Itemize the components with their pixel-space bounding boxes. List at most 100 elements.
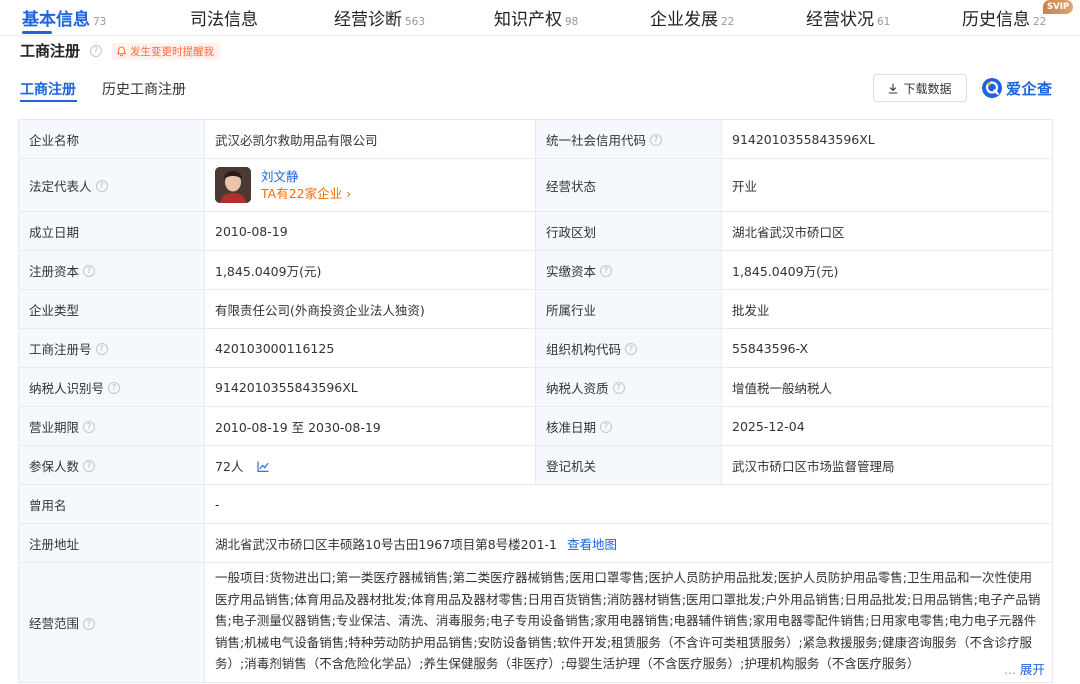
business-scope-text: 一般项目:货物进出口;第一类医疗器械销售;第二类医疗器械销售;医用口罩零售;医护… <box>215 570 1041 672</box>
tab-label: 企业发展 <box>650 10 718 30</box>
approved-date-label: 核准日期? <box>535 406 722 446</box>
legal-rep-name-link[interactable]: 刘文静 <box>261 168 351 185</box>
tab-operation-diagnosis[interactable]: 经营诊断 563 <box>334 5 425 33</box>
established-label: 成立日期 <box>18 211 205 251</box>
tab-basic-info[interactable]: 基本信息 73 <box>22 5 106 33</box>
help-icon[interactable]: ? <box>95 343 108 355</box>
paid-capital-value: 1,845.0409万(元) <box>721 250 1053 290</box>
active-tab-indicator <box>22 31 52 34</box>
help-icon[interactable]: ? <box>650 134 663 146</box>
company-type-label: 企业类型 <box>18 289 205 329</box>
org-code-value: 55843596-X <box>721 328 1053 368</box>
help-icon[interactable]: ? <box>600 421 613 433</box>
help-icon[interactable]: ? <box>83 421 96 433</box>
download-data-button[interactable]: 下载数据 <box>873 74 967 102</box>
table-row: 曾用名 - <box>18 484 1053 524</box>
taxpayer-qual-value: 增值税一般纳税人 <box>721 367 1053 407</box>
table-row: 企业名称 武汉必凯尔救助用品有限公司 统一社会信用代码? 91420103558… <box>18 119 1053 159</box>
table-row: 工商注册号? 420103000116125 组织机构代码? 55843596-… <box>18 328 1053 368</box>
industry-label: 所属行业 <box>535 289 722 329</box>
tab-operating-status[interactable]: 经营状况 61 <box>806 5 890 33</box>
reg-capital-value: 1,845.0409万(元) <box>204 250 536 290</box>
paid-capital-label: 实缴资本? <box>535 250 722 290</box>
insured-count-value: 72人 <box>204 445 536 485</box>
taxpayer-qual-label: 纳税人资质? <box>535 367 722 407</box>
subtab-registration[interactable]: 工商注册 <box>20 79 76 99</box>
tab-enterprise-development[interactable]: 企业发展 22 <box>650 5 734 33</box>
svip-badge: SVIP <box>1043 0 1074 14</box>
help-icon[interactable]: ? <box>83 265 96 277</box>
industry-value: 批发业 <box>721 289 1053 329</box>
reg-no-label: 工商注册号? <box>18 328 205 368</box>
legal-rep-avatar[interactable] <box>215 167 251 203</box>
business-scope-value: 一般项目:货物进出口;第一类医疗器械销售;第二类医疗器械销售;医用口罩零售;医护… <box>204 562 1053 683</box>
expand-button[interactable]: 展开 <box>1020 662 1045 677</box>
status-label: 经营状态 <box>535 158 722 212</box>
help-icon[interactable]: ? <box>83 460 96 472</box>
subtab-history-registration[interactable]: 历史工商注册 <box>102 79 186 99</box>
tab-count: 61 <box>877 16 891 28</box>
subtab-indicator <box>20 100 77 102</box>
tab-label: 司法信息 <box>190 10 258 30</box>
tab-count: 73 <box>93 16 107 28</box>
help-icon[interactable]: ? <box>90 45 102 57</box>
change-alert-label: 发生变更时提醒我 <box>130 46 214 58</box>
address-text: 湖北省武汉市硚口区丰硕路10号古田1967项目第8号楼201-1 <box>215 536 557 552</box>
established-value: 2010-08-19 <box>204 211 536 251</box>
tab-label: 基本信息 <box>22 10 90 30</box>
company-type-value: 有限责任公司(外商投资企业法人独资) <box>204 289 536 329</box>
table-row: 注册资本? 1,845.0409万(元) 实缴资本? 1,845.0409万(元… <box>18 250 1053 290</box>
tab-intellectual-property[interactable]: 知识产权 98 <box>494 5 578 33</box>
download-icon <box>889 83 898 94</box>
tab-history-info[interactable]: 历史信息 22 <box>962 5 1046 33</box>
tab-label: 经营诊断 <box>334 10 402 30</box>
top-tab-bar: 基本信息 73 司法信息 经营诊断 563 知识产权 98 企业发展 22 经营… <box>0 0 1080 36</box>
authority-value: 武汉市硚口区市场监督管理局 <box>721 445 1053 485</box>
insured-count-label: 参保人数? <box>18 445 205 485</box>
reg-no-value: 420103000116125 <box>204 328 536 368</box>
scope-expand: ... 展开 <box>1000 659 1045 680</box>
region-label: 行政区划 <box>535 211 722 251</box>
tab-judicial-info[interactable]: 司法信息 <box>190 5 261 33</box>
address-label: 注册地址 <box>18 523 205 563</box>
table-row: 注册地址 湖北省武汉市硚口区丰硕路10号古田1967项目第8号楼201-1 查看地… <box>18 523 1053 563</box>
tab-count: 563 <box>405 16 426 28</box>
help-icon[interactable]: ? <box>625 343 638 355</box>
registration-info-table: 企业名称 武汉必凯尔救助用品有限公司 统一社会信用代码? 91420103558… <box>18 119 1053 683</box>
former-name-label: 曾用名 <box>18 484 205 524</box>
reg-capital-label: 注册资本? <box>18 250 205 290</box>
help-icon[interactable]: ? <box>83 617 96 630</box>
change-alert-button[interactable]: 发生变更时提醒我 <box>112 43 220 60</box>
tab-count: 98 <box>565 16 579 28</box>
help-icon[interactable]: ? <box>95 180 108 192</box>
table-row: 法定代表人? 刘文静 TA有22家企业 › 经营状态 开业 <box>18 158 1053 212</box>
trend-chart-icon[interactable] <box>257 461 269 472</box>
ellipsis: ... <box>1004 662 1016 677</box>
company-name-label: 企业名称 <box>18 119 205 159</box>
insured-count-text: 72人 <box>215 458 244 474</box>
legal-rep-value: 刘文静 TA有22家企业 › <box>204 158 536 212</box>
business-term-label: 营业期限? <box>18 406 205 446</box>
approved-date-value: 2025-12-04 <box>721 406 1053 446</box>
taxpayer-id-label: 纳税人识别号? <box>18 367 205 407</box>
help-icon[interactable]: ? <box>612 382 625 394</box>
table-row: 纳税人识别号? 9142010355843596XL 纳税人资质? 增值税一般纳… <box>18 367 1053 407</box>
org-code-label: 组织机构代码? <box>535 328 722 368</box>
help-icon[interactable]: ? <box>108 382 121 394</box>
credit-code-value: 9142010355843596XL <box>721 119 1053 159</box>
tab-count: 22 <box>1033 16 1047 28</box>
tab-label: 经营状况 <box>806 10 874 30</box>
legal-rep-companies-link[interactable]: TA有22家企业 › <box>261 185 351 202</box>
table-row: 企业类型 有限责任公司(外商投资企业法人独资) 所属行业 批发业 <box>18 289 1053 329</box>
view-map-link[interactable]: 查看地图 <box>567 537 617 552</box>
status-value: 开业 <box>721 158 1053 212</box>
former-name-value: - <box>204 484 1053 524</box>
taxpayer-id-value: 9142010355843596XL <box>204 367 536 407</box>
credit-code-label: 统一社会信用代码? <box>535 119 722 159</box>
tab-count: 22 <box>721 16 735 28</box>
person-photo <box>215 167 251 203</box>
logo-text: 爱企查 <box>1006 79 1053 98</box>
table-row: 成立日期 2010-08-19 行政区划 湖北省武汉市硚口区 <box>18 211 1053 251</box>
help-icon[interactable]: ? <box>600 265 613 277</box>
table-row: 经营范围? 一般项目:货物进出口;第一类医疗器械销售;第二类医疗器械销售;医用口… <box>18 562 1053 683</box>
